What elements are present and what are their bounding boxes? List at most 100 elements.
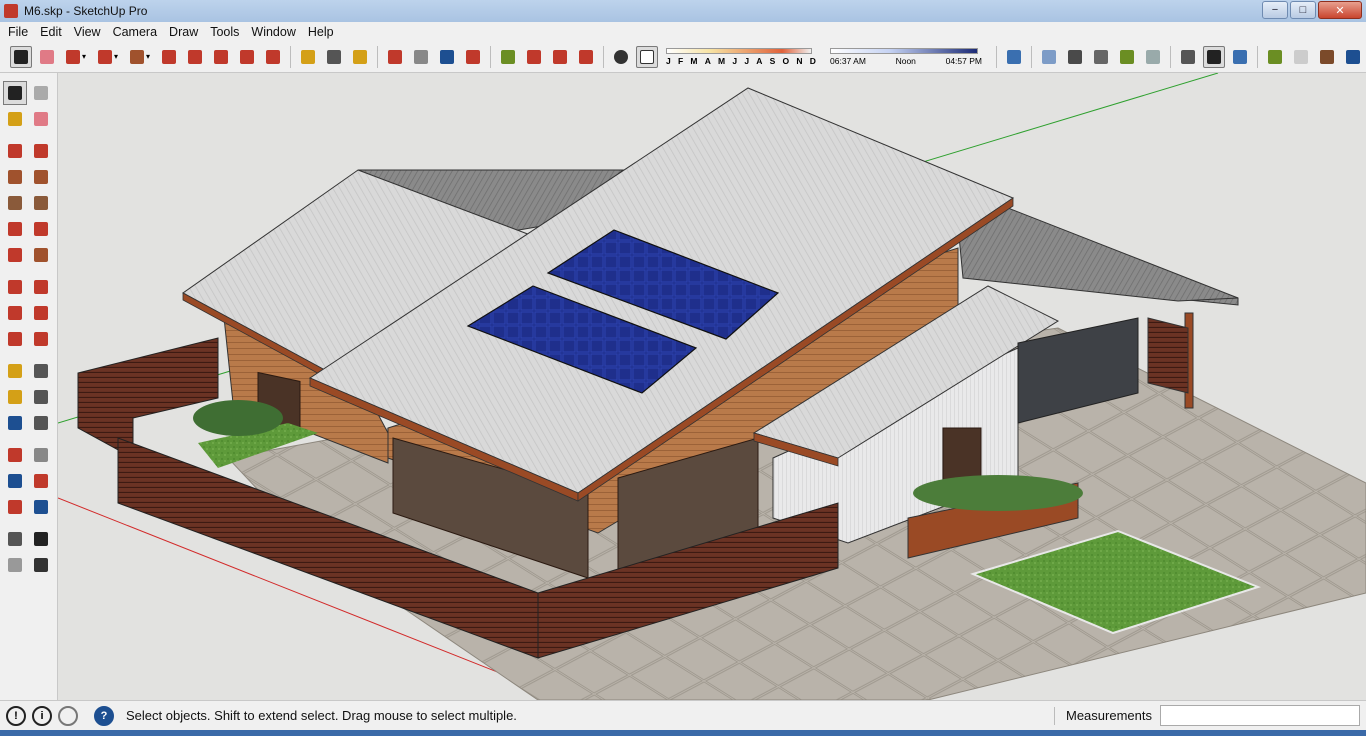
arc-icon: [8, 222, 22, 236]
left-tool-line[interactable]: [3, 139, 27, 163]
components-tool-button[interactable]: [523, 46, 545, 68]
left-tool-previous-view[interactable]: [29, 495, 53, 519]
xray-style-button[interactable]: [1177, 46, 1199, 68]
orbit-tool-button[interactable]: [384, 46, 406, 68]
geo-location-icon[interactable]: !: [6, 705, 26, 726]
scale-tool-button[interactable]: [262, 46, 284, 68]
left-tool-offset[interactable]: [29, 327, 53, 351]
left-tool-push-pull[interactable]: [29, 275, 53, 299]
arc-tool-button[interactable]: ▾: [94, 46, 122, 68]
left-tool-scale[interactable]: [3, 327, 27, 351]
extension-tool-button[interactable]: [549, 46, 571, 68]
left-tool-pan[interactable]: [29, 443, 53, 467]
zoom-tool-button[interactable]: [436, 46, 458, 68]
left-tool-make-component[interactable]: [29, 81, 53, 105]
shadow-time-slider[interactable]: 06:37 AM Noon 04:57 PM: [830, 47, 982, 66]
left-tool-select[interactable]: [3, 81, 27, 105]
iso-view-button[interactable]: [1003, 46, 1025, 68]
maximize-button[interactable]: □: [1290, 1, 1316, 19]
paint-bucket-tool-button[interactable]: [349, 46, 371, 68]
left-tool-position-camera[interactable]: [3, 527, 27, 551]
component-icon: [34, 86, 48, 100]
tape-measure-tool-button[interactable]: [297, 46, 319, 68]
shaded-textures-style-button[interactable]: [1203, 45, 1225, 68]
month-label: F: [677, 55, 684, 66]
sandbox-tool-button[interactable]: [1290, 46, 1312, 68]
close-button[interactable]: ✕: [1318, 1, 1362, 19]
select-tool-button[interactable]: [10, 45, 32, 68]
push-pull-tool-button[interactable]: [158, 46, 180, 68]
left-tool-walk[interactable]: [3, 553, 27, 577]
top-view-button[interactable]: [1038, 46, 1060, 68]
front-view-button[interactable]: [1064, 46, 1086, 68]
chevron-down-icon[interactable]: ▾: [114, 52, 118, 61]
warehouse-tool-button[interactable]: [497, 46, 519, 68]
left-tool-rotate[interactable]: [3, 301, 27, 325]
geo-location-button[interactable]: [1264, 46, 1286, 68]
line-tool-button[interactable]: ▾: [62, 46, 90, 68]
minimize-button[interactable]: −: [1262, 1, 1288, 19]
left-tool-look-around[interactable]: [29, 527, 53, 551]
left-view-button[interactable]: [1142, 46, 1164, 68]
zoom-extents-tool-button[interactable]: [462, 46, 484, 68]
left-tool-protractor[interactable]: [3, 385, 27, 409]
menu-window[interactable]: Window: [245, 25, 301, 39]
left-tool-polygon[interactable]: [29, 191, 53, 215]
menu-tools[interactable]: Tools: [204, 25, 245, 39]
time-slider-track[interactable]: [830, 47, 978, 54]
measurements-input[interactable]: [1160, 705, 1360, 726]
shadow-settings-button[interactable]: [636, 45, 658, 68]
chevron-down-icon[interactable]: ▾: [146, 52, 150, 61]
move-tool-button[interactable]: [210, 46, 232, 68]
menu-view[interactable]: View: [68, 25, 107, 39]
menu-draw[interactable]: Draw: [163, 25, 204, 39]
left-tool-zoom[interactable]: [3, 469, 27, 493]
left-tool-section-plane[interactable]: [29, 553, 53, 577]
pan-tool-button[interactable]: [410, 46, 432, 68]
layout-tool-button[interactable]: [575, 46, 597, 68]
eraser-tool-button[interactable]: [36, 46, 58, 68]
left-tool-pie[interactable]: [29, 243, 53, 267]
user-icon[interactable]: [58, 705, 78, 726]
menu-edit[interactable]: Edit: [34, 25, 68, 39]
left-tool-freehand[interactable]: [29, 139, 53, 163]
back-view-button[interactable]: [1116, 46, 1138, 68]
left-tool-circle[interactable]: [3, 191, 27, 215]
left-tool-orbit[interactable]: [3, 443, 27, 467]
left-tool-axes[interactable]: [3, 411, 27, 435]
walk-tool-button[interactable]: [1316, 46, 1338, 68]
chevron-down-icon[interactable]: ▾: [82, 52, 86, 61]
left-tool-zoom-window[interactable]: [29, 469, 53, 493]
shadow-toggle-button[interactable]: [610, 46, 632, 68]
text-tool-button[interactable]: [323, 46, 345, 68]
left-tool-rectangle[interactable]: [3, 165, 27, 189]
model-scene[interactable]: [58, 73, 1366, 700]
google-earth-button[interactable]: [1342, 46, 1364, 68]
help-icon[interactable]: ?: [94, 705, 114, 726]
menu-help[interactable]: Help: [302, 25, 340, 39]
left-tool-zoom-extents[interactable]: [3, 495, 27, 519]
rotate-tool-button[interactable]: [236, 46, 258, 68]
menu-camera[interactable]: Camera: [107, 25, 163, 39]
left-tool-tape-measure[interactable]: [3, 359, 27, 383]
left-tool-three-point-arc[interactable]: [3, 243, 27, 267]
left-tool-follow-me[interactable]: [29, 301, 53, 325]
left-tool-move[interactable]: [3, 275, 27, 299]
left-tool-dimension[interactable]: [29, 359, 53, 383]
shadow-date-slider[interactable]: J F M A M J J A S O N D: [666, 47, 816, 66]
left-tool-rotated-rectangle[interactable]: [29, 165, 53, 189]
monochrome-style-button[interactable]: [1229, 46, 1251, 68]
left-tool-two-point-arc[interactable]: [29, 217, 53, 241]
credits-icon[interactable]: i: [32, 705, 52, 726]
left-tool-text[interactable]: [29, 385, 53, 409]
offset-tool-button[interactable]: [184, 46, 206, 68]
right-view-button[interactable]: [1090, 46, 1112, 68]
month-slider-track[interactable]: [666, 47, 812, 54]
left-tool-3d-text[interactable]: [29, 411, 53, 435]
model-viewport[interactable]: [58, 73, 1366, 700]
menu-file[interactable]: File: [2, 25, 34, 39]
left-tool-eraser[interactable]: [29, 107, 53, 131]
left-tool-paint-bucket[interactable]: [3, 107, 27, 131]
shape-tool-button[interactable]: ▾: [126, 46, 154, 68]
left-tool-arc[interactable]: [3, 217, 27, 241]
